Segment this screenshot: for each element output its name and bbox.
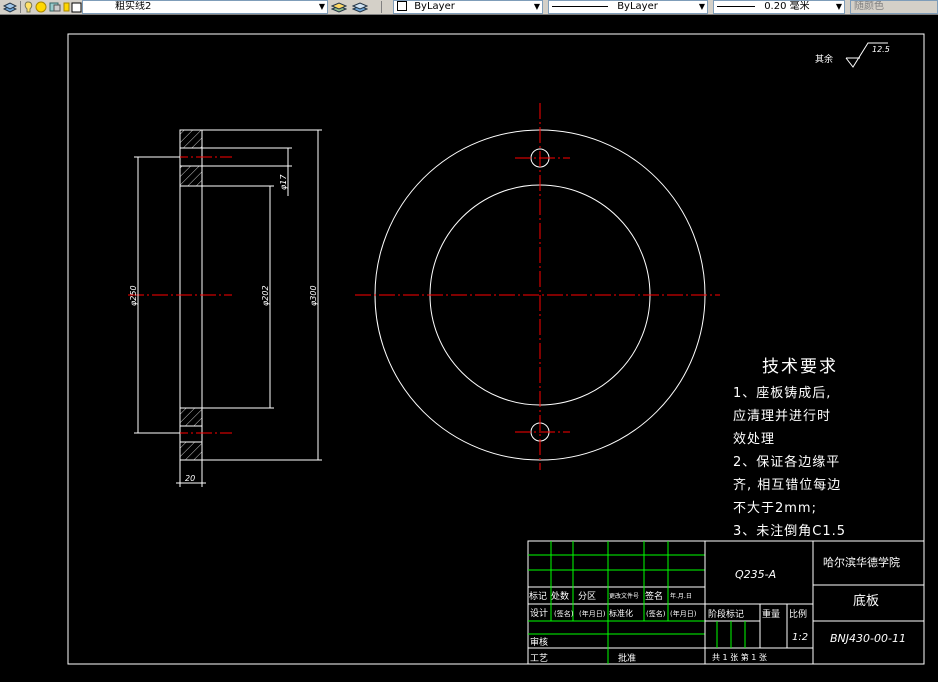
- make-current-layer-icon[interactable]: [331, 1, 347, 13]
- side-section-view: φ250 φ202 φ300 φ17 20: [128, 129, 322, 487]
- tech-line-5: 齐, 相互错位每边: [733, 478, 842, 493]
- color-swatch: [397, 1, 407, 11]
- properties-toolbar: 粗实线2 ▼ ByLayer ▼ ByLayer ▼ 0.20 毫米 ▼ 随颜色: [0, 0, 938, 15]
- linetype-dropdown[interactable]: ByLayer ▼: [548, 0, 708, 14]
- chevron-down-icon: ▼: [835, 2, 842, 11]
- tb-stage-mark: 阶段标记: [708, 608, 744, 620]
- dim-thickness: 20: [185, 474, 195, 483]
- roughness-value: 12.5: [872, 45, 890, 54]
- color-value: ByLayer: [414, 1, 455, 12]
- roughness-symbol: 其余 12.5: [815, 42, 890, 68]
- color-dropdown[interactable]: ByLayer ▼: [393, 0, 543, 14]
- tb-approve: 批准: [618, 652, 636, 664]
- drawing-border: [67, 33, 925, 665]
- tech-line-4: 2、保证各边缘平: [733, 455, 841, 470]
- layer-dropdown[interactable]: 粗实线2 ▼: [82, 0, 328, 14]
- linetype-value: ByLayer: [617, 1, 658, 12]
- tb-count: 处数: [551, 590, 569, 602]
- tb-process: 工艺: [530, 653, 548, 664]
- tech-line-1: 1、座板铸成后,: [733, 386, 832, 401]
- lineweight-value: 0.20 毫米: [764, 1, 810, 12]
- school-name: 哈尔滨华德学院: [823, 555, 900, 569]
- dim-outer-diameter: φ300: [309, 285, 318, 306]
- lineweight-dropdown[interactable]: 0.20 毫米 ▼: [713, 0, 845, 14]
- tech-line-7: 3、未注倒角C1.5: [733, 524, 847, 539]
- tb-date-bracket-1: (年月日): [579, 609, 606, 618]
- plotstyle-dropdown[interactable]: 随颜色: [850, 0, 938, 14]
- roughness-prefix: 其余: [815, 53, 833, 65]
- layer-previous-icon[interactable]: [352, 1, 368, 13]
- drawing-canvas[interactable]: 其余 12.5 φ250 φ202 φ300 φ17 20 Q235-A 哈尔滨…: [0, 15, 938, 678]
- dim-hole-diameter: φ17: [279, 174, 288, 190]
- tech-requirements-title: 技术要求: [762, 357, 838, 377]
- tech-line-3: 效处理: [733, 432, 776, 447]
- tb-sign-bracket-2: (签名): [646, 609, 666, 618]
- material: Q235-A: [735, 568, 776, 581]
- layer-manager-icon[interactable]: [3, 1, 17, 13]
- tech-line-6: 不大于2mm;: [733, 501, 817, 516]
- chevron-down-icon: ▼: [318, 2, 325, 11]
- tb-scale: 比例: [789, 608, 807, 620]
- front-view: [355, 103, 720, 470]
- layer-name: 粗实线2: [115, 1, 152, 12]
- tb-design: 设计: [530, 607, 548, 619]
- tb-weight: 重量: [762, 608, 780, 620]
- tb-date-bracket-2: (年月日): [670, 609, 697, 618]
- tb-standard: 标准化: [609, 608, 633, 618]
- tech-line-2: 应清理并进行时: [733, 409, 832, 424]
- drawing-number: BNJ430-00-11: [830, 632, 906, 645]
- tb-review: 审核: [530, 636, 548, 648]
- scale-ratio: 1:2: [792, 632, 808, 643]
- tb-mark: 标记: [529, 590, 547, 602]
- plotstyle-value: 随颜色: [854, 1, 884, 12]
- chevron-down-icon: ▼: [533, 2, 540, 11]
- tb-sign-bracket-1: (签名): [554, 609, 574, 618]
- linetype-sample: [552, 5, 608, 7]
- tb-sheets: 共 1 张 第 1 张: [712, 652, 767, 662]
- dim-inner-diameter: φ202: [261, 285, 270, 306]
- tb-zone: 分区: [578, 591, 596, 602]
- part-name: 底板: [853, 593, 879, 609]
- chevron-down-icon: ▼: [698, 2, 705, 11]
- tb-doc-no: 更改文件号: [609, 592, 639, 600]
- dim-bolt-circle: φ250: [129, 285, 138, 306]
- tb-date: 年.月.日: [670, 592, 692, 600]
- tb-sign: 签名: [645, 590, 663, 602]
- lineweight-sample: [717, 5, 755, 7]
